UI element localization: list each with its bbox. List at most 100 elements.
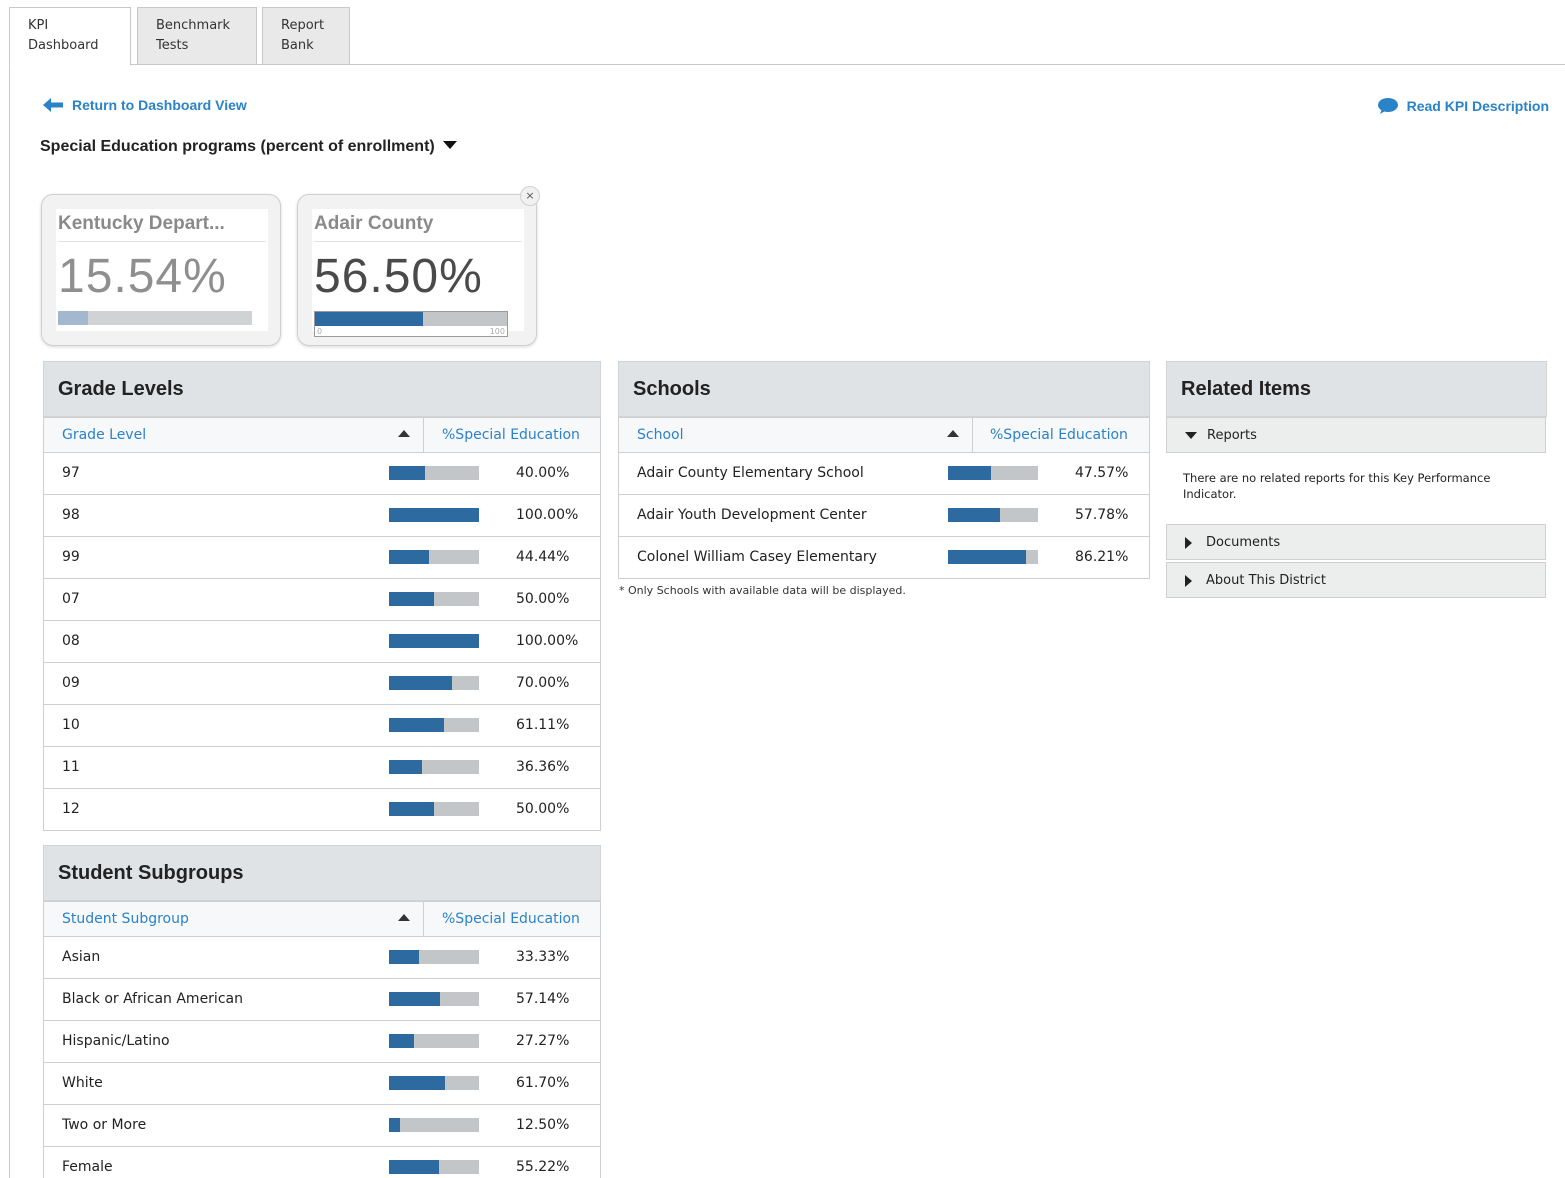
reports-label: Reports <box>1207 428 1257 443</box>
sort-ascending-icon[interactable] <box>398 430 410 437</box>
special-education-column-header[interactable]: %Special Education <box>990 427 1128 443</box>
table-row: Adair County Elementary School 47.57% <box>619 453 1149 495</box>
percent-bar <box>389 760 479 774</box>
table-row: White 61.70% <box>44 1063 600 1105</box>
table-row: Adair Youth Development Center 57.78% <box>619 495 1149 537</box>
percent-bar-fill <box>389 592 434 606</box>
kpi-card-bar <box>58 311 252 325</box>
return-to-dashboard-link[interactable]: Return to Dashboard View <box>42 97 247 113</box>
row-label: Adair Youth Development Center <box>637 507 867 523</box>
special-education-column-header[interactable]: %Special Education <box>442 911 580 927</box>
reports-section-toggle[interactable]: Reports <box>1166 417 1546 453</box>
percent-bar-fill <box>389 634 479 648</box>
no-reports-message: There are no related reports for this Ke… <box>1183 471 1491 501</box>
tab-report-bank[interactable]: Report Bank <box>262 7 350 65</box>
row-label: 08 <box>62 633 80 649</box>
grade-levels-rows: 97 40.00% 98 100.00% 99 44.44% 07 50.00% 08 100.0… <box>44 453 600 831</box>
kpi-card-district[interactable]: Adair County 56.50% 0 100 <box>297 194 537 346</box>
panel-title: Grade Levels <box>43 361 601 417</box>
percent-bar-fill <box>389 550 429 564</box>
row-label: 97 <box>62 465 80 481</box>
read-kpi-description-link[interactable]: Read KPI Description <box>1377 97 1549 115</box>
percent-bar-fill <box>389 1118 401 1132</box>
percent-value: 61.70% <box>516 1075 570 1091</box>
read-link-label: Read KPI Description <box>1406 98 1549 114</box>
about-district-section-toggle[interactable]: About This District <box>1166 562 1546 598</box>
row-label: Adair County Elementary School <box>637 465 864 481</box>
table-row: 11 36.36% <box>44 747 600 789</box>
table-row: Female 55.22% <box>44 1147 600 1178</box>
percent-value: 44.44% <box>516 549 570 565</box>
percent-value: 50.00% <box>516 591 570 607</box>
row-label: Asian <box>62 949 101 965</box>
kpi-selector-dropdown[interactable]: Special Education programs (percent of e… <box>40 138 457 156</box>
percent-bar <box>948 550 1038 564</box>
row-label: Hispanic/Latino <box>62 1033 170 1049</box>
percent-value: 57.78% <box>1075 507 1129 523</box>
percent-bar <box>389 634 479 648</box>
tab-label-line2: Tests <box>156 38 189 53</box>
documents-section-toggle[interactable]: Documents <box>1166 524 1546 560</box>
percent-bar <box>389 1034 479 1048</box>
percent-value: 100.00% <box>516 507 579 523</box>
percent-bar <box>389 466 479 480</box>
percent-bar <box>389 676 479 690</box>
table-row: 12 50.00% <box>44 789 600 831</box>
student-subgroups-rows: Asian 33.33% Black or African American 57.1… <box>44 937 600 1178</box>
percent-bar <box>948 508 1038 522</box>
kpi-card-value: 56.50% <box>314 250 483 303</box>
close-card-button[interactable]: × <box>520 186 540 206</box>
percent-bar <box>389 802 479 816</box>
row-label: 98 <box>62 507 80 523</box>
column-divider <box>423 418 424 452</box>
sort-ascending-icon[interactable] <box>398 914 410 921</box>
table-row: 99 44.44% <box>44 537 600 579</box>
tab-benchmark-tests[interactable]: Benchmark Tests <box>137 7 257 65</box>
percent-bar-fill <box>948 466 991 480</box>
percent-value: 61.11% <box>516 717 570 733</box>
grade-level-column-header[interactable]: Grade Level <box>62 427 146 443</box>
table-header: Grade Level %Special Education <box>44 417 600 453</box>
kpi-card-state[interactable]: Kentucky Depart... 15.54% <box>41 194 281 346</box>
school-column-header[interactable]: School <box>637 427 683 443</box>
kpi-card-bar: 0 100 <box>314 311 508 337</box>
table-row: Two or More 12.50% <box>44 1105 600 1147</box>
percent-bar-fill <box>948 508 1000 522</box>
row-label: 10 <box>62 717 80 733</box>
student-subgroup-column-header[interactable]: Student Subgroup <box>62 911 189 927</box>
percent-value: 70.00% <box>516 675 570 691</box>
related-items-panel: Related Items <box>1166 361 1547 417</box>
tab-kpi-dashboard[interactable]: KPI Dashboard <box>9 7 131 66</box>
grade-levels-table: Grade Level %Special Education 97 40.00% 9… <box>43 417 601 831</box>
percent-bar <box>389 950 479 964</box>
tab-strip: KPI Dashboard Benchmark Tests Report Ban… <box>9 7 1565 66</box>
percent-value: 86.21% <box>1075 549 1129 565</box>
schools-panel: Schools School %Special Education Adair … <box>618 361 1150 579</box>
kpi-card-name: Adair County <box>314 213 522 242</box>
percent-value: 36.36% <box>516 759 570 775</box>
table-row: Asian 33.33% <box>44 937 600 979</box>
row-label: White <box>62 1075 103 1091</box>
percent-value: 100.00% <box>516 633 579 649</box>
percent-bar-fill <box>389 466 425 480</box>
tab-label-line1: Benchmark <box>156 18 231 33</box>
percent-bar-fill <box>389 992 441 1006</box>
table-row: 07 50.00% <box>44 579 600 621</box>
kpi-selector-label: Special Education programs (percent of e… <box>40 138 435 155</box>
percent-bar <box>948 466 1038 480</box>
table-row: Black or African American 57.14% <box>44 979 600 1021</box>
column-divider <box>423 902 424 936</box>
percent-bar <box>389 550 479 564</box>
schools-table: School %Special Education Adair County E… <box>618 417 1150 579</box>
schools-rows: Adair County Elementary School 47.57% Adai… <box>619 453 1149 579</box>
sort-ascending-icon[interactable] <box>947 430 959 437</box>
row-label: 07 <box>62 591 80 607</box>
special-education-column-header[interactable]: %Special Education <box>442 427 580 443</box>
percent-value: 12.50% <box>516 1117 570 1133</box>
table-row: 97 40.00% <box>44 453 600 495</box>
kpi-card-body: Kentucky Depart... 15.54% <box>56 209 268 331</box>
close-icon: × <box>525 189 535 202</box>
table-row: Colonel William Casey Elementary 86.21% <box>619 537 1149 579</box>
table-row: 08 100.00% <box>44 621 600 663</box>
return-link-label: Return to Dashboard View <box>72 97 247 113</box>
